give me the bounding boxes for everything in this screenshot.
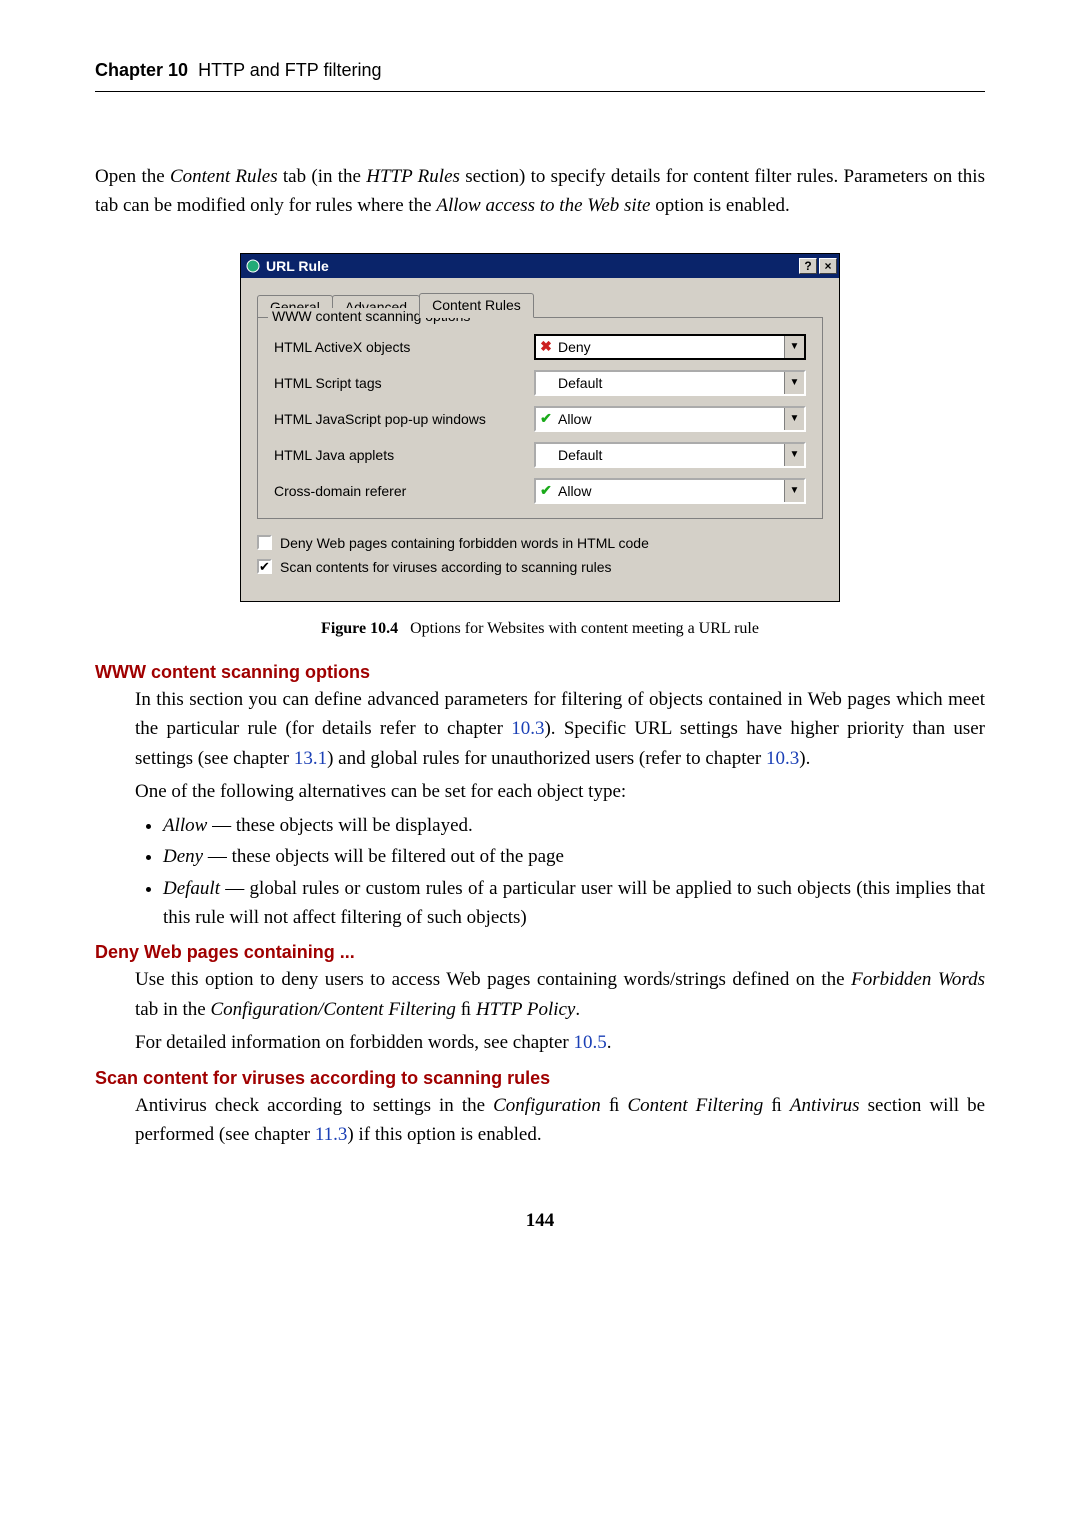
section-body: Use this option to deny users to access … [135,965,985,1024]
select-value: Default [556,375,784,391]
section-body: Antivirus check according to settings in… [135,1091,985,1150]
page-number: 144 [95,1210,985,1232]
checkbox-label: Scan contents for viruses according to s… [280,559,612,575]
scan-viruses-checkbox[interactable]: ✔ [257,559,272,574]
option-label: HTML Java applets [274,447,534,463]
dropdown-arrow-icon: ▼ [784,480,804,502]
dropdown-arrow-icon: ▼ [784,408,804,430]
select-value: Default [556,447,784,463]
dropdown-arrow-icon: ▼ [784,444,804,466]
select-value: Allow [556,411,784,427]
option-row: HTML JavaScript pop-up windows ✔ Allow ▼ [274,406,806,432]
link-13-1[interactable]: 13.1 [294,748,327,769]
intro-paragraph: Open the Content Rules tab (in the HTTP … [95,162,985,221]
section-body: In this section you can define advanced … [135,685,985,773]
script-tags-select[interactable]: Default ▼ [534,370,806,396]
option-row: HTML Java applets Default ▼ [274,442,806,468]
section-body: One of the following alternatives can be… [135,777,985,806]
help-button[interactable]: ? [799,258,817,274]
option-row: HTML Script tags Default ▼ [274,370,806,396]
bullet-list: Allow — these objects will be displayed.… [135,811,985,933]
option-row: Cross-domain referer ✔ Allow ▼ [274,478,806,504]
allow-icon: ✔ [536,482,556,499]
www-scanning-group: WWW content scanning options HTML Active… [257,317,823,519]
close-button[interactable]: × [819,258,837,274]
option-row: HTML ActiveX objects ✖ Deny ▼ [274,334,806,360]
checkbox-row: ✔ Scan contents for viruses according to… [257,559,823,575]
option-label: Cross-domain referer [274,483,534,499]
link-10-3b[interactable]: 10.3 [766,748,799,769]
java-applets-select[interactable]: Default ▼ [534,442,806,468]
list-item: Deny — these objects will be filtered ou… [163,842,985,871]
checkbox-label: Deny Web pages containing forbidden word… [280,535,649,551]
section-heading-scan: Scan content for viruses according to sc… [95,1068,985,1089]
option-label: HTML ActiveX objects [274,339,534,355]
figure-caption: Figure 10.4 Options for Websites with co… [95,620,985,638]
section-heading-deny: Deny Web pages containing ... [95,942,985,963]
select-value: Allow [556,483,784,499]
link-11-3[interactable]: 11.3 [315,1124,348,1145]
option-label: HTML Script tags [274,375,534,391]
allow-icon: ✔ [536,410,556,427]
deny-icon: ✖ [536,338,556,355]
list-item: Allow — these objects will be displayed. [163,811,985,840]
activex-select[interactable]: ✖ Deny ▼ [534,334,806,360]
chapter-title: HTTP and FTP filtering [193,60,381,80]
dialog-title: URL Rule [266,258,797,274]
url-rule-dialog: URL Rule ? × General Advanced Content Ru… [240,253,840,602]
popup-select[interactable]: ✔ Allow ▼ [534,406,806,432]
list-item: Default — global rules or custom rules o… [163,874,985,933]
chapter-header: Chapter 10 HTTP and FTP filtering [95,60,985,92]
titlebar: URL Rule ? × [241,254,839,278]
section-body: For detailed information on forbidden wo… [135,1028,985,1057]
link-10-5[interactable]: 10.5 [573,1032,606,1053]
option-label: HTML JavaScript pop-up windows [274,411,534,427]
chapter-number: Chapter 10 [95,60,188,80]
dropdown-arrow-icon: ▼ [784,372,804,394]
link-10-3[interactable]: 10.3 [511,718,544,739]
dropdown-arrow-icon: ▼ [784,336,804,358]
tab-content-rules[interactable]: Content Rules [419,293,534,318]
deny-forbidden-checkbox[interactable] [257,535,272,550]
section-heading-www: WWW content scanning options [95,662,985,683]
referer-select[interactable]: ✔ Allow ▼ [534,478,806,504]
select-value: Deny [556,339,784,355]
app-icon [245,258,261,274]
checkbox-row: Deny Web pages containing forbidden word… [257,535,823,551]
